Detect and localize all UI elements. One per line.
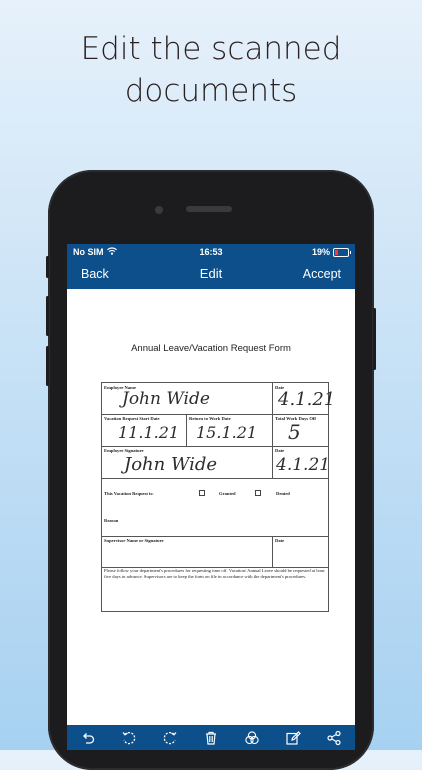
date-value-1[interactable]: 4.1.21: [278, 389, 335, 410]
battery-icon: [333, 247, 351, 257]
policy-note: Please follow your department's procedur…: [104, 568, 325, 579]
signature-value[interactable]: John Wide: [124, 454, 217, 475]
battery-percent: 19%: [311, 247, 330, 257]
denied-checkbox[interactable]: [255, 490, 261, 496]
request-status-label: This Vacation Request is:: [104, 491, 154, 496]
start-date-value[interactable]: 11.1.21: [118, 423, 179, 442]
undo-icon[interactable]: [78, 728, 98, 748]
rotate-right-icon[interactable]: [160, 728, 180, 748]
leave-request-form: Employee Name John Wide Date 4.1.21 Vaca…: [101, 382, 335, 612]
headline: Edit the scanned documents: [0, 28, 422, 112]
headline-line-1: Edit the scanned: [80, 31, 342, 67]
column-divider: [272, 383, 273, 478]
column-divider: [186, 414, 187, 446]
granted-label: Granted: [219, 491, 236, 496]
start-date-label: Vacation Request Start Date: [104, 416, 160, 421]
row-divider: [102, 478, 328, 479]
app-screen: No SIM 16:53 19% Back Edit Accept Annual…: [67, 244, 355, 750]
share-icon[interactable]: [324, 728, 344, 748]
column-divider: [272, 536, 273, 567]
employee-name-value[interactable]: John Wide: [122, 389, 210, 409]
date-value-2[interactable]: 4.1.21: [276, 455, 330, 475]
granted-checkbox[interactable]: [199, 490, 205, 496]
return-date-label: Return to Work Date: [189, 416, 231, 421]
nav-bar: Back Edit Accept: [67, 261, 355, 287]
phone-volume-down: [46, 346, 49, 386]
date-label-3: Date: [275, 538, 285, 543]
row-divider: [102, 446, 328, 447]
return-date-value[interactable]: 15.1.21: [196, 423, 257, 442]
reason-label: Reason: [104, 518, 119, 523]
filter-icon[interactable]: [242, 728, 262, 748]
edit-toolbar: [67, 725, 355, 750]
headline-line-2: documents: [124, 73, 298, 109]
denied-label: Denied: [276, 491, 290, 496]
date-label-2: Date: [275, 448, 285, 453]
total-days-value[interactable]: 5: [288, 420, 301, 444]
accept-button[interactable]: Accept: [303, 267, 341, 281]
status-bar: No SIM 16:53 19%: [67, 244, 355, 260]
trash-icon[interactable]: [201, 728, 221, 748]
row-divider: [102, 536, 328, 537]
signature-label: Employee Signature: [104, 448, 144, 453]
phone-camera: [155, 206, 163, 214]
phone-power-button: [373, 308, 376, 370]
edit-icon[interactable]: [283, 728, 303, 748]
row-divider: [102, 414, 328, 415]
phone-mute-switch: [46, 256, 49, 278]
phone-volume-up: [46, 296, 49, 336]
rotate-left-icon[interactable]: [119, 728, 139, 748]
supervisor-label: Supervisor Name or Signature: [104, 538, 164, 543]
phone-speaker: [186, 206, 232, 212]
scanned-document[interactable]: Annual Leave/Vacation Request Form Emplo…: [67, 289, 355, 725]
document-title: Annual Leave/Vacation Request Form: [131, 343, 291, 354]
